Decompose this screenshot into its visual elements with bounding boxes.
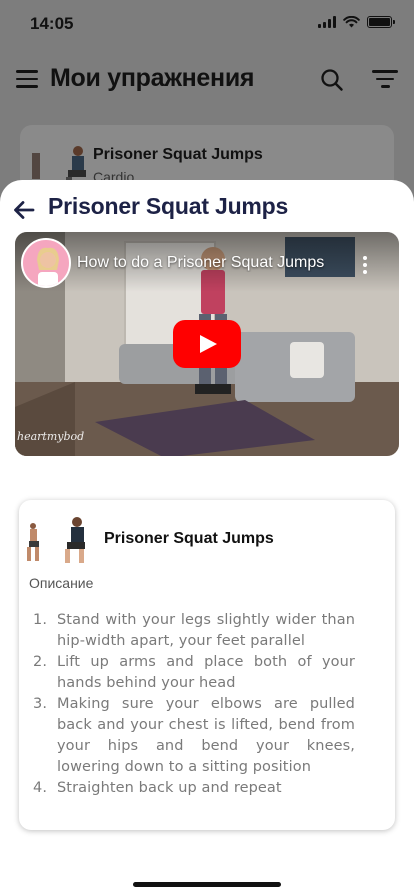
video-player[interactable]: How to do a Prisoner Squat Jumps heartmy… (15, 232, 399, 456)
search-icon[interactable] (320, 68, 344, 92)
battery-icon (367, 16, 395, 28)
wifi-icon (343, 16, 360, 28)
channel-avatar[interactable] (21, 238, 71, 288)
home-indicator[interactable] (133, 882, 281, 887)
detail-title: Prisoner Squat Jumps (104, 530, 274, 547)
video-title: How to do a Prisoner Squat Jumps (77, 254, 325, 271)
instruction-step: 3. Making sure your elbows are pulled bac… (33, 696, 355, 775)
instruction-list: 1. Stand with your legs slightly wider th… (33, 610, 355, 799)
instruction-step: 2. Lift up arms and place both of your ha… (33, 654, 355, 691)
back-arrow-icon[interactable] (12, 198, 36, 222)
exercise-detail-card: Prisoner Squat Jumps Описание 1. Stand wi… (19, 500, 395, 830)
exercise-detail-sheet: Prisoner Squat Jumps How to do a Prisone… (0, 180, 414, 896)
more-vertical-icon[interactable] (363, 256, 369, 276)
cellular-signal-icon (318, 16, 336, 28)
status-icons (318, 16, 395, 28)
status-time: 14:05 (30, 14, 74, 33)
exercise-thumbnail (27, 517, 85, 563)
exercise-title: Prisoner Squat Jumps (93, 146, 263, 163)
status-bar: 14:05 (0, 0, 414, 48)
app-header: Мои упражнения (0, 58, 414, 102)
play-icon[interactable] (173, 320, 241, 368)
instruction-step: 1. Stand with your legs slightly wider th… (33, 612, 355, 649)
page-title: Мои упражнения (50, 64, 255, 92)
instruction-step: 4. Straighten back up and repeat (33, 780, 282, 796)
menu-icon[interactable] (16, 70, 38, 88)
sheet-title: Prisoner Squat Jumps (48, 193, 289, 219)
description-label: Описание (29, 575, 94, 591)
video-watermark: heartmybod (17, 430, 85, 443)
filter-icon[interactable] (372, 70, 398, 90)
